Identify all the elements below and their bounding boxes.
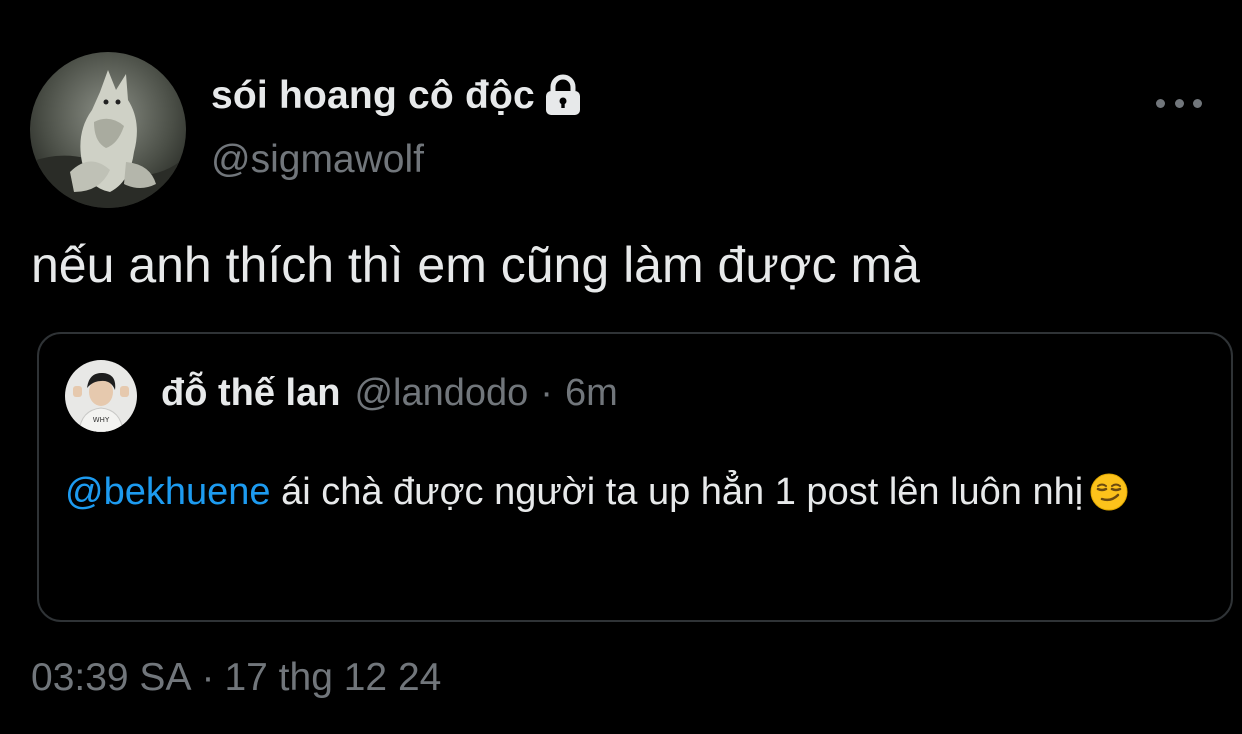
tweet: sói hoang cô độc @sigmawolf nếu anh thíc… bbox=[0, 0, 1242, 734]
dot bbox=[1193, 98, 1202, 108]
svg-text:WHY: WHY bbox=[93, 416, 110, 424]
smirking-face-emoji-icon bbox=[1089, 470, 1129, 511]
wolf-avatar-image bbox=[30, 52, 186, 208]
separator-dot: · bbox=[540, 372, 553, 414]
quoted-text-body: ái chà được người ta up hẳn 1 post lên l… bbox=[270, 471, 1084, 513]
quoted-time[interactable]: 6m bbox=[565, 372, 618, 415]
mention-link[interactable]: @bekhuene bbox=[65, 471, 271, 513]
quoted-author-avatar[interactable]: WHY bbox=[65, 360, 137, 432]
timestamp-time: 03:39 SA bbox=[31, 656, 192, 699]
author-name[interactable]: sói hoang cô độc bbox=[211, 74, 535, 118]
more-horizontal-icon[interactable] bbox=[1156, 88, 1202, 118]
author-handle[interactable]: @sigmawolf bbox=[211, 138, 424, 182]
timestamp-date: 17 thg 12 24 bbox=[224, 656, 442, 699]
quoted-header: đỗ thế lan @landodo · 6m bbox=[161, 372, 618, 415]
quoted-author-name[interactable]: đỗ thế lan bbox=[161, 372, 340, 415]
tweet-text: nếu anh thích thì em cũng làm được mà bbox=[31, 237, 920, 293]
quoted-tweet-card[interactable]: WHY đỗ thế lan @landodo · 6m @bekhuene á… bbox=[37, 332, 1233, 622]
quoted-text: @bekhuene ái chà được người ta up hẳn 1 … bbox=[65, 462, 1185, 522]
separator-dot: · bbox=[201, 656, 215, 699]
author-name-row: sói hoang cô độc bbox=[211, 70, 583, 122]
dot bbox=[1174, 98, 1184, 108]
person-avatar-image: WHY bbox=[65, 360, 137, 432]
dot bbox=[1156, 98, 1165, 108]
quoted-author-handle[interactable]: @landodo bbox=[354, 372, 528, 415]
timestamp[interactable]: 03:39 SA · 17 thg 12 24 bbox=[31, 656, 441, 700]
lock-icon bbox=[543, 74, 583, 118]
author-avatar[interactable] bbox=[30, 52, 186, 208]
